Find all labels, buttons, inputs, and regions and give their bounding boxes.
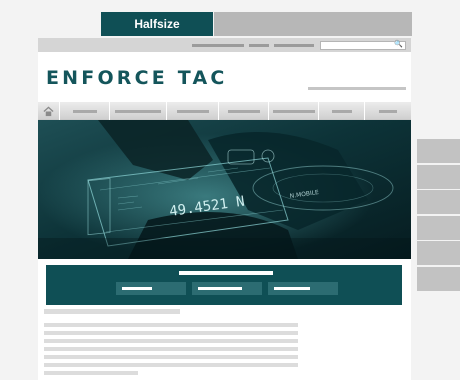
feature-box-title <box>179 271 273 275</box>
side-option[interactable] <box>417 241 460 265</box>
search-icon[interactable]: 🔍 <box>394 40 403 49</box>
hero-image: 49.4521 N N.MOBILE <box>38 120 411 259</box>
nav-item[interactable] <box>319 102 365 120</box>
side-option[interactable] <box>417 266 460 291</box>
utility-link[interactable] <box>192 44 244 47</box>
utility-link[interactable] <box>249 44 269 47</box>
side-option[interactable] <box>417 139 460 163</box>
feature-button[interactable] <box>192 282 262 295</box>
tab-halfsize-label: Halfsize <box>134 17 180 31</box>
search-input[interactable]: 🔍 <box>320 41 406 50</box>
content-text-line <box>44 355 298 359</box>
side-option[interactable] <box>417 215 460 240</box>
website-preview: 🔍 ENFORCE TAC 49.4521 N N.MOBILE <box>38 38 411 380</box>
brand-logo[interactable]: ENFORCE TAC <box>46 67 228 89</box>
side-option-list <box>417 139 460 292</box>
home-icon[interactable] <box>38 102 60 120</box>
feature-box <box>46 265 402 305</box>
nav-item[interactable] <box>60 102 110 120</box>
content-text-line <box>44 363 298 367</box>
nav-item[interactable] <box>110 102 167 120</box>
nav-item[interactable] <box>269 102 319 120</box>
content-text-line <box>44 339 298 343</box>
content-heading <box>44 309 180 314</box>
content-text-line <box>44 323 298 327</box>
tab-fullsize[interactable] <box>214 12 412 36</box>
feature-button[interactable] <box>116 282 186 295</box>
nav-item[interactable] <box>219 102 269 120</box>
nav-item[interactable] <box>167 102 219 120</box>
content-text-line <box>44 371 138 375</box>
content-text-line <box>44 331 298 335</box>
hero-banner: 49.4521 N N.MOBILE <box>38 120 411 259</box>
feature-button[interactable] <box>268 282 338 295</box>
tab-halfsize[interactable]: Halfsize <box>101 12 213 36</box>
main-nav <box>38 102 411 120</box>
header-tagline <box>308 87 406 90</box>
side-option[interactable] <box>417 164 460 189</box>
nav-item[interactable] <box>365 102 411 120</box>
utility-bar: 🔍 <box>38 38 411 52</box>
preview-stage: Halfsize 🔍 ENFORCE TAC 49.4521 N N.MOBIL… <box>0 0 460 380</box>
side-option[interactable] <box>417 190 460 214</box>
utility-link[interactable] <box>274 44 314 47</box>
home-icon-glyph <box>43 106 54 116</box>
content-text-line <box>44 347 298 351</box>
